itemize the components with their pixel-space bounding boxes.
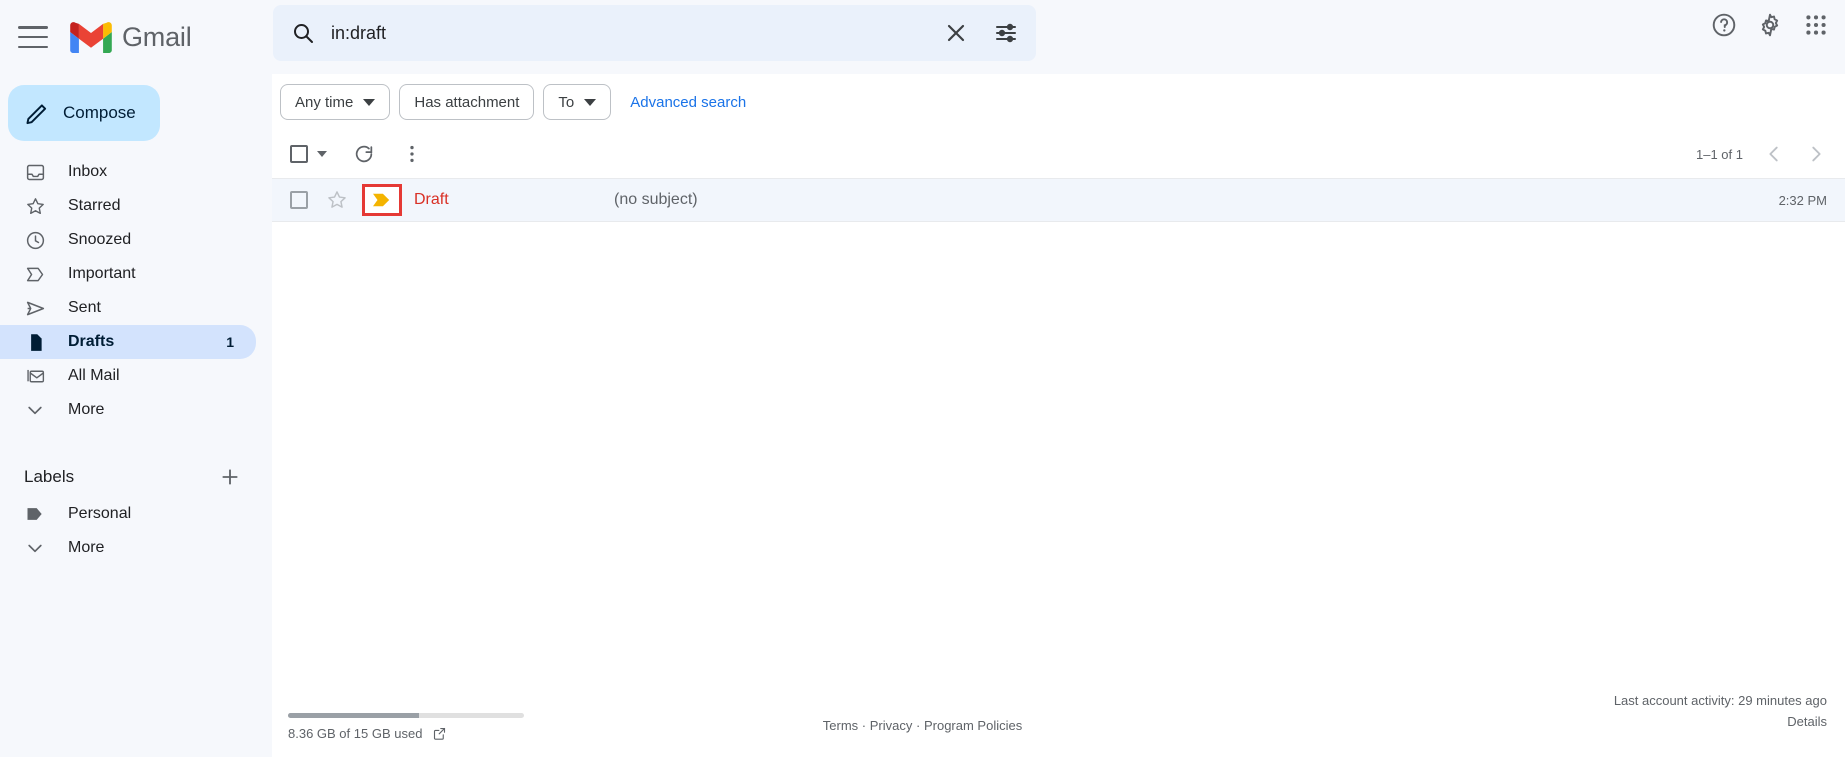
search-bar[interactable] [273, 5, 1036, 61]
draft-icon [24, 331, 46, 353]
sidebar-item-label: More [68, 401, 105, 418]
compose-label: Compose [63, 103, 136, 122]
more-options-icon[interactable] [401, 143, 423, 165]
sidebar-item-label: Drafts [68, 333, 115, 350]
star-icon[interactable] [326, 189, 348, 211]
separator-2: · [916, 718, 921, 733]
tune-icon[interactable] [994, 21, 1018, 45]
row-time: 2:32 PM [1778, 192, 1827, 208]
sidebar-label-label: Personal [68, 505, 132, 522]
apps-grid-icon[interactable] [1803, 12, 1829, 38]
main-content: Any time Has attachment To Advanced sear… [272, 74, 1845, 757]
open-in-new-icon[interactable] [432, 726, 447, 741]
storage-bar-fill [288, 713, 420, 718]
labels-heading-row: Labels [0, 457, 272, 497]
sidebar-item-label: Snoozed [68, 231, 132, 248]
pagination-count: 1–1 of 1 [1696, 146, 1743, 162]
details-link[interactable]: Details [1614, 714, 1827, 729]
brand[interactable]: Gmail [70, 21, 192, 53]
inbox-icon [24, 161, 46, 183]
sidebar-item-label: Inbox [68, 163, 108, 180]
pencil-icon [26, 104, 47, 125]
sidebar-item-label: Starred [68, 197, 121, 214]
sidebar-item-more[interactable]: More [0, 393, 272, 427]
important-marker-icon [373, 193, 390, 207]
sidebar-item-all-mail[interactable]: All Mail [0, 359, 272, 393]
filter-to[interactable]: To [543, 84, 612, 120]
filter-chips-row: Any time Has attachment To Advanced sear… [272, 74, 1845, 130]
gear-icon[interactable] [1757, 12, 1783, 38]
send-icon [24, 297, 46, 319]
important-icon [24, 263, 46, 285]
mail-toolbar: 1–1 of 1 [272, 130, 1845, 178]
sidebar: Compose Inbox Starred Snoozed Important … [0, 74, 272, 757]
filter-has-attachment-label: Has attachment [414, 93, 520, 111]
gmail-logo-icon [70, 22, 112, 53]
storage-used-label: 8.36 GB of 15 GB used [288, 726, 423, 741]
help-icon[interactable] [1711, 12, 1737, 38]
terms-link[interactable]: Terms [823, 718, 858, 733]
search-icon[interactable] [291, 21, 315, 45]
sidebar-item-snoozed[interactable]: Snoozed [0, 223, 272, 257]
search-input[interactable] [331, 22, 944, 44]
pagination: 1–1 of 1 [1696, 143, 1827, 165]
sidebar-labels-more[interactable]: More [0, 531, 272, 565]
labels-heading: Labels [24, 467, 75, 486]
clock-icon [24, 229, 46, 251]
star-icon [24, 195, 46, 217]
advanced-search-link[interactable]: Advanced search [630, 94, 746, 111]
refresh-icon[interactable] [353, 143, 375, 165]
storage-text-row: 8.36 GB of 15 GB used [288, 726, 524, 741]
sidebar-item-inbox[interactable]: Inbox [0, 155, 272, 189]
row-sender: Draft [414, 191, 449, 208]
hamburger-icon[interactable] [18, 26, 48, 48]
row-subject: (no subject) [614, 191, 698, 208]
filter-any-time[interactable]: Any time [280, 84, 391, 120]
older-page-icon[interactable] [1805, 143, 1827, 165]
chevron-down-icon [24, 399, 46, 421]
add-label-icon[interactable] [220, 467, 240, 487]
filter-any-time-label: Any time [295, 93, 354, 111]
compose-button[interactable]: Compose [8, 85, 160, 141]
label-icon [24, 503, 46, 525]
privacy-link[interactable]: Privacy [870, 718, 913, 733]
chevron-down-icon [24, 537, 46, 559]
storage-bar [288, 713, 524, 718]
storage-info: 8.36 GB of 15 GB used [288, 713, 524, 741]
sidebar-item-label: All Mail [68, 367, 120, 384]
header-actions [1711, 12, 1829, 38]
chevron-down-icon [363, 98, 376, 106]
filter-to-label: To [558, 93, 575, 111]
sidebar-label-label: More [68, 539, 105, 556]
sidebar-item-label: Important [68, 265, 136, 282]
sidebar-item-important[interactable]: Important [0, 257, 272, 291]
account-activity-text: Last account activity: 29 minutes ago [1613, 693, 1827, 708]
sidebar-item-drafts[interactable]: Drafts 1 [0, 325, 256, 359]
filter-has-attachment[interactable]: Has attachment [399, 84, 535, 120]
sidebar-item-sent[interactable]: Sent [0, 291, 272, 325]
all-mail-icon [24, 365, 46, 387]
sidebar-item-count: 1 [226, 334, 234, 350]
program-policies-link[interactable]: Program Policies [924, 718, 1022, 733]
footer-links: Terms · Privacy · Program Policies [823, 718, 1022, 733]
sidebar-item-label: Sent [68, 299, 101, 316]
row-checkbox[interactable] [290, 191, 308, 209]
footer: 8.36 GB of 15 GB used Terms · Privacy · … [0, 685, 1845, 757]
top-bar: Gmail [0, 0, 1845, 74]
brand-name: Gmail [122, 21, 192, 52]
account-activity: Last account activity: 29 minutes ago De… [1614, 693, 1827, 729]
select-all-dropdown-icon[interactable] [317, 151, 327, 157]
sidebar-label-personal[interactable]: Personal [0, 497, 272, 531]
select-all-checkbox[interactable] [290, 145, 308, 163]
close-icon[interactable] [944, 21, 968, 45]
table-row[interactable]: Draft (no subject) 2:32 PM [272, 178, 1845, 222]
important-marker-highlight[interactable] [362, 184, 402, 216]
nav-list: Inbox Starred Snoozed Important Sent Dra… [0, 155, 272, 427]
sidebar-item-starred[interactable]: Starred [0, 189, 272, 223]
separator-1: · [861, 718, 867, 733]
chevron-down-icon [584, 98, 597, 106]
newer-page-icon[interactable] [1763, 143, 1785, 165]
